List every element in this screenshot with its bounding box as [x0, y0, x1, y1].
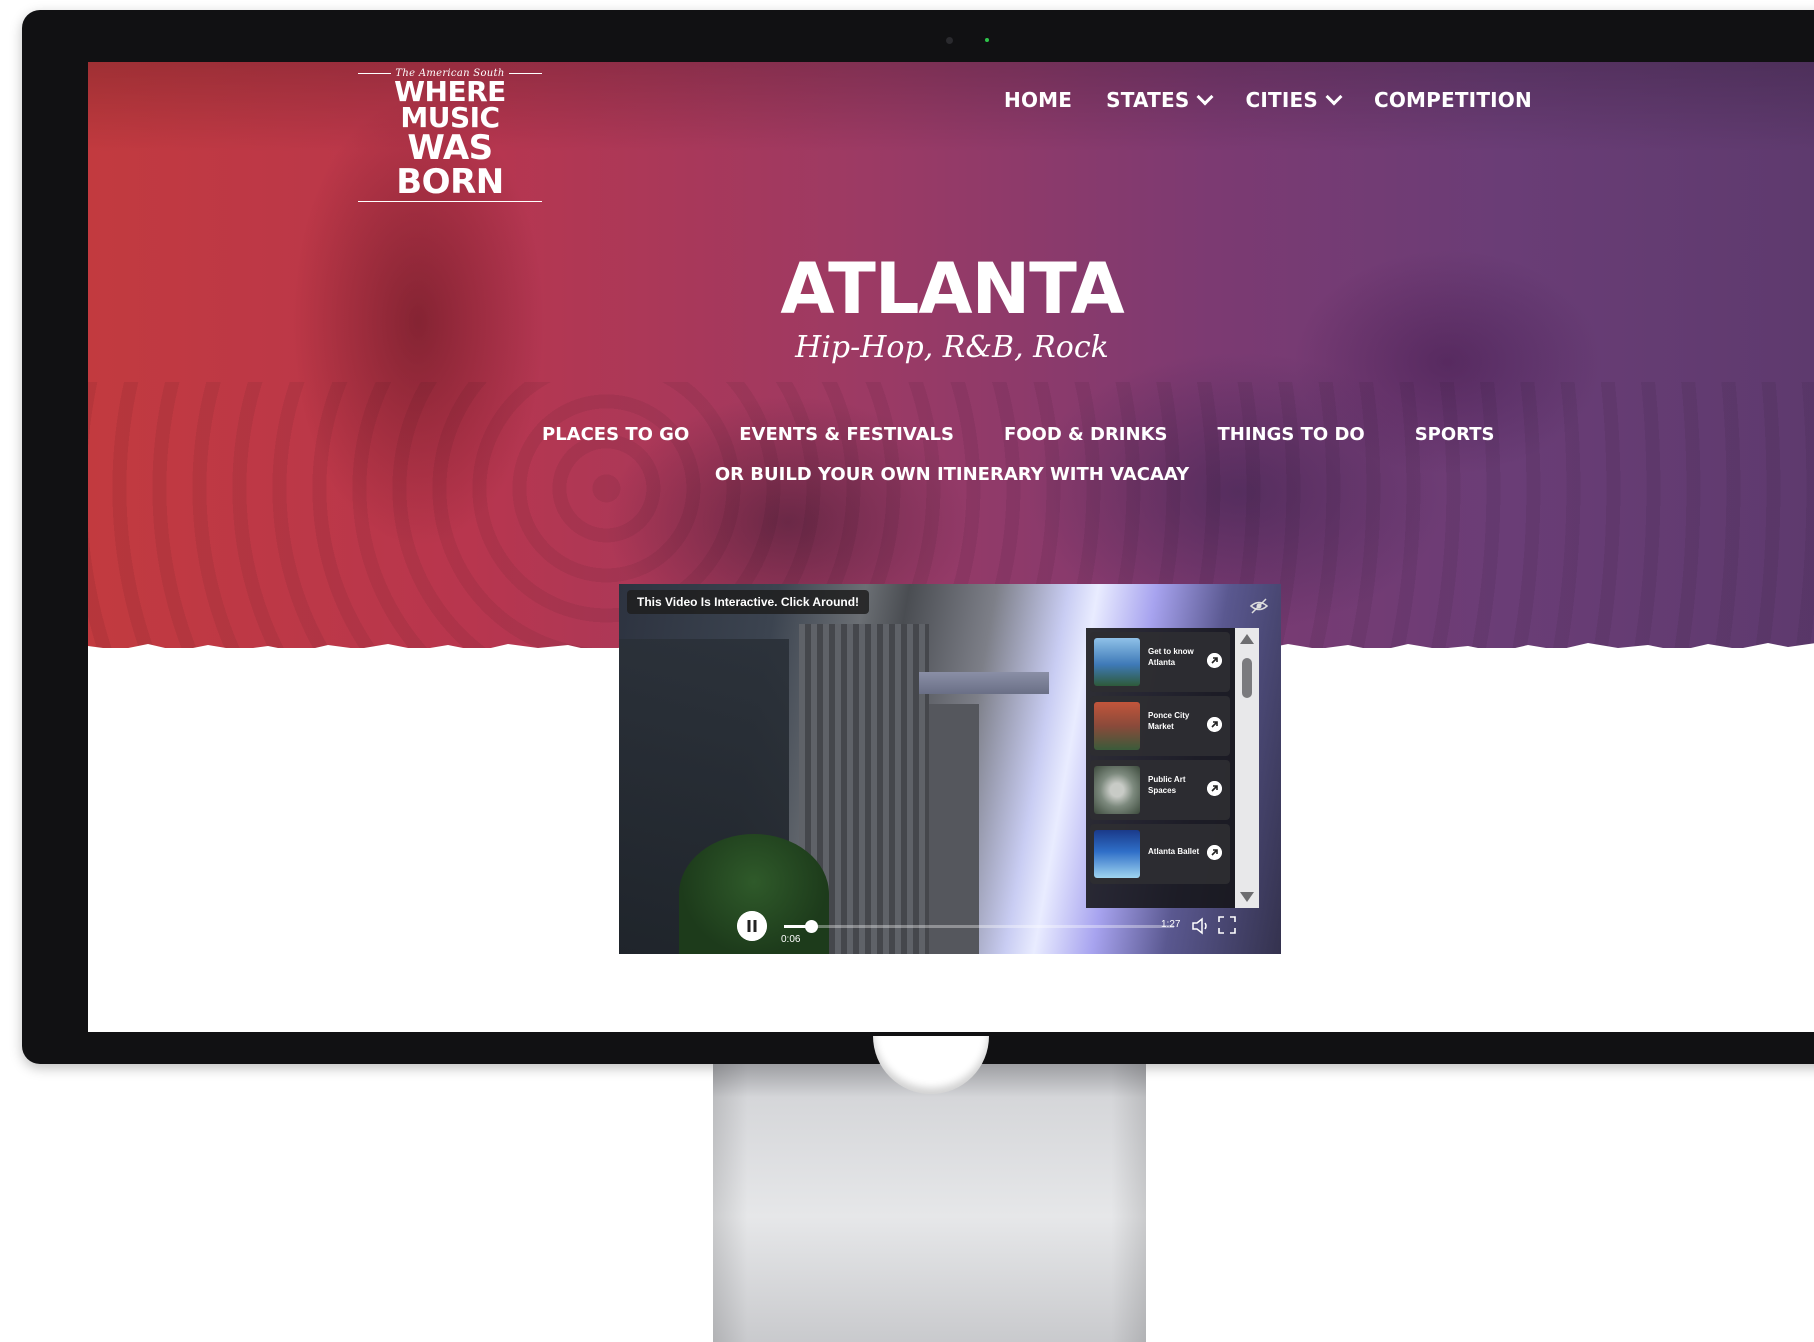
subnav-events-festivals[interactable]: EVENTS & FESTIVALS — [739, 424, 954, 445]
playlist-item[interactable]: Ponce City Market — [1090, 696, 1230, 756]
nav-states[interactable]: STATES — [1106, 88, 1214, 112]
subnav-food-drinks[interactable]: FOOD & DRINKS — [1004, 424, 1168, 445]
total-time: 1:27 — [1161, 919, 1181, 930]
nav-cities-label: CITIES — [1245, 88, 1318, 112]
chevron-down-icon — [1325, 88, 1343, 106]
arrow-up-right-icon — [1207, 717, 1222, 732]
playlist-item-label: Public Art Spaces — [1148, 775, 1186, 795]
playlist-thumbnail — [1094, 638, 1140, 686]
webcam-led — [985, 38, 989, 42]
city-subnav: PLACES TO GO EVENTS & FESTIVALS FOOD & D… — [542, 424, 1494, 445]
monitor-stand-shading — [713, 1064, 1146, 1342]
playlist-item-label: Get to know Atlanta — [1148, 647, 1194, 667]
monitor-screen: The American South WHERE MUSIC WAS BORN … — [88, 62, 1814, 1032]
interactive-video-player[interactable]: This Video Is Interactive. Click Around!… — [619, 584, 1281, 954]
playlist-thumbnail — [1094, 766, 1140, 814]
nav-competition-label: COMPETITION — [1373, 88, 1532, 112]
fullscreen-icon[interactable] — [1218, 916, 1236, 934]
playlist-item[interactable]: Public Art Spaces — [1090, 760, 1230, 820]
logo-line-1: WHERE MUSIC — [394, 75, 506, 134]
scrollbar-thumb[interactable] — [1242, 658, 1252, 698]
interactive-video-badge: This Video Is Interactive. Click Around! — [627, 590, 870, 614]
genre-subtitle: Hip-Hop, R&B, Rock — [795, 330, 1109, 365]
arrow-up-right-icon — [1207, 653, 1222, 668]
subnav-places-to-go[interactable]: PLACES TO GO — [542, 424, 689, 445]
playlist-item-label: Ponce City Market — [1148, 711, 1190, 731]
playlist-thumbnail — [1094, 830, 1140, 878]
hide-overlay-eye-icon[interactable] — [1249, 596, 1269, 616]
scroll-up-arrow-icon[interactable] — [1240, 634, 1254, 644]
page-title: ATLANTA — [780, 248, 1124, 330]
chevron-down-icon — [1196, 88, 1214, 106]
hero-section: The American South WHERE MUSIC WAS BORN … — [88, 62, 1814, 648]
playlist-item-label: Atlanta Ballet — [1148, 847, 1200, 856]
nav-states-label: STATES — [1106, 88, 1190, 112]
playlist-item[interactable]: Get to know Atlanta — [1090, 632, 1230, 692]
arrow-up-right-icon — [1207, 845, 1222, 860]
nav-competition[interactable]: COMPETITION — [1374, 88, 1532, 112]
logo-line-2: WAS BORN — [358, 131, 542, 202]
nav-cities[interactable]: CITIES — [1245, 88, 1343, 112]
nav-home[interactable]: HOME — [1004, 88, 1072, 112]
subnav-sports[interactable]: SPORTS — [1415, 424, 1495, 445]
video-progress-bar[interactable] — [784, 920, 1174, 933]
subnav-things-to-do[interactable]: THINGS TO DO — [1217, 424, 1364, 445]
arrow-up-right-icon — [1207, 781, 1222, 796]
current-time: 0:06 — [781, 934, 801, 945]
scroll-down-arrow-icon[interactable] — [1240, 892, 1254, 902]
video-playlist: Get to know Atlanta Ponce City Market Pu… — [1086, 628, 1259, 908]
playlist-item[interactable]: Atlanta Ballet — [1090, 824, 1230, 884]
main-nav: HOME STATES CITIES COMPETITION — [1004, 88, 1532, 112]
pause-button[interactable] — [737, 911, 767, 941]
video-frame-skybridge — [919, 672, 1049, 694]
volume-icon[interactable] — [1191, 917, 1211, 935]
nav-home-label: HOME — [1004, 88, 1073, 112]
site-logo[interactable]: The American South WHERE MUSIC WAS BORN — [358, 68, 542, 202]
monitor-bezel: The American South WHERE MUSIC WAS BORN … — [22, 10, 1814, 1064]
webcam — [946, 37, 953, 44]
itinerary-link[interactable]: OR BUILD YOUR OWN ITINERARY WITH VACAAY — [88, 464, 1814, 485]
playlist-thumbnail — [1094, 702, 1140, 750]
hero-header-shade — [88, 62, 1814, 152]
playlist-scrollbar[interactable] — [1235, 628, 1259, 908]
video-frame-building — [929, 704, 979, 954]
